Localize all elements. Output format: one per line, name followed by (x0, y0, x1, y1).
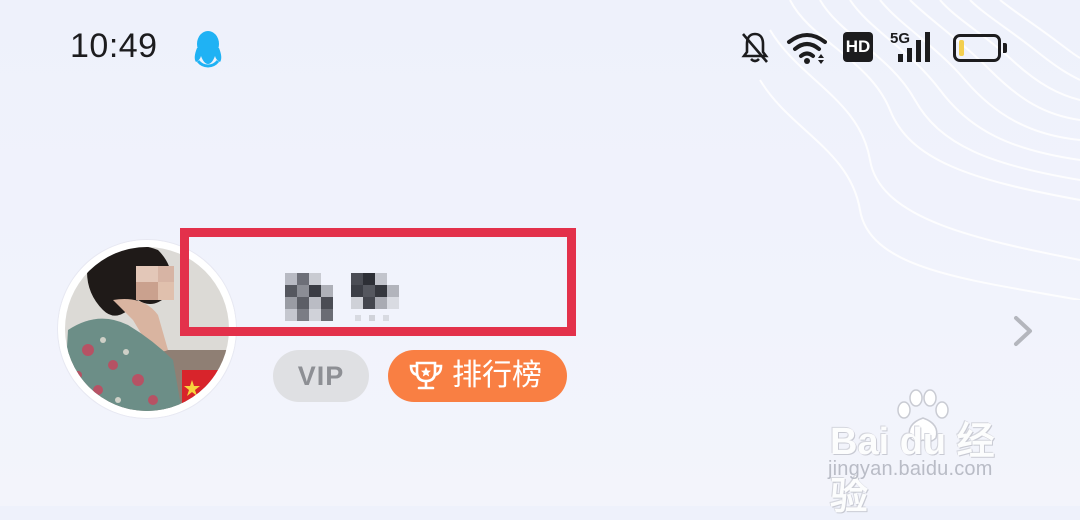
qq-penguin-icon (194, 31, 222, 68)
network-type-label: 5G (890, 30, 911, 47)
pixelated-username (285, 273, 399, 321)
battery-icon (953, 34, 1007, 62)
trophy-icon (409, 361, 443, 390)
hd-icon: HD (843, 32, 873, 62)
wifi-icon (787, 33, 827, 64)
bell-muted-icon (741, 32, 769, 63)
watermark-url: jingyan.baidu.com (828, 458, 993, 480)
status-time: 10:49 (70, 27, 158, 65)
leaderboard-button[interactable]: 排行榜 (388, 350, 567, 402)
baidu-watermark: Bai du 经验 jingyan.baidu.com (826, 388, 1026, 518)
status-bar: 10:49 HD 5G (0, 0, 1080, 100)
leaderboard-label: 排行榜 (452, 359, 542, 392)
signal-5g-icon: 5G (890, 28, 936, 64)
battery-level-fill (959, 40, 964, 56)
chevron-right-icon[interactable] (1010, 314, 1038, 348)
vip-badge[interactable]: VIP (273, 350, 369, 402)
username-highlight[interactable] (180, 228, 576, 336)
